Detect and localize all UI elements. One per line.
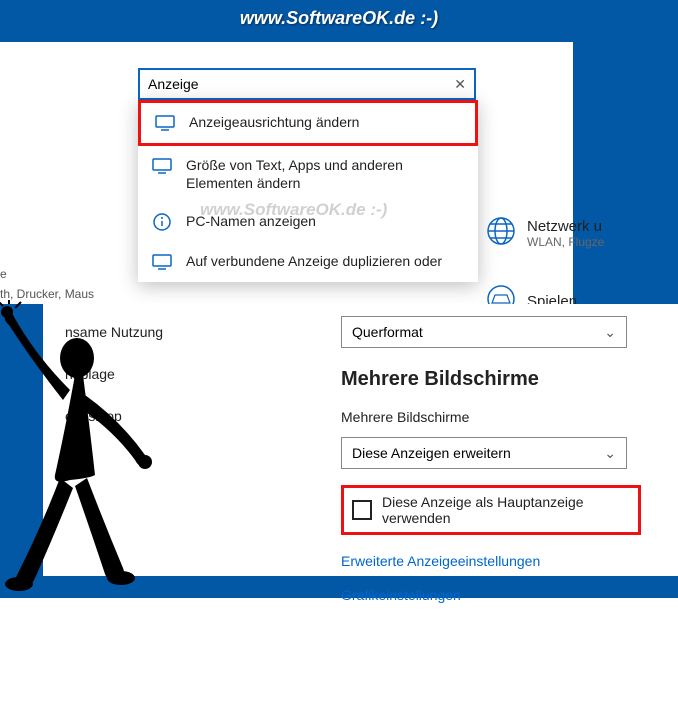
left-category-subtitle-partial: th, Drucker, Maus <box>0 287 94 301</box>
search-result-label: Größe von Text, Apps und anderen Element… <box>186 156 464 192</box>
search-result-label: Anzeigeausrichtung ändern <box>189 113 359 131</box>
orientation-select[interactable]: Querformat ⌄ <box>341 316 627 348</box>
left-category-title-partial: e <box>0 267 7 281</box>
category-subtitle: WLAN, Flugze <box>527 235 604 249</box>
graphics-settings-link[interactable]: Grafikeinstellungen <box>341 587 668 603</box>
category-title: Netzwerk u <box>527 218 604 235</box>
search-result-label: Auf verbundene Anzeige duplizieren oder <box>186 252 442 270</box>
search-result-label: PC-Namen anzeigen <box>186 212 316 230</box>
stickman-figure <box>0 300 175 600</box>
bg-right-bar <box>573 42 678 304</box>
clear-search-icon[interactable]: ✕ <box>454 76 466 93</box>
multiple-displays-label: Mehrere Bildschirme <box>341 409 668 425</box>
monitor-icon <box>152 156 172 176</box>
monitor-icon <box>155 113 175 133</box>
multiple-displays-select[interactable]: Diese Anzeigen erweitern ⌄ <box>341 437 627 469</box>
main-display-checkbox-row[interactable]: Diese Anzeige als Hauptanzeige verwenden <box>341 485 641 535</box>
orientation-value: Querformat <box>352 324 423 340</box>
search-result-scaling[interactable]: Größe von Text, Apps und anderen Element… <box>138 146 478 202</box>
search-input[interactable] <box>148 76 454 92</box>
search-result-pcname[interactable]: PC-Namen anzeigen <box>138 202 478 242</box>
chevron-down-icon: ⌄ <box>604 324 616 341</box>
category-network[interactable]: Netzwerk u WLAN, Flugze <box>485 215 604 252</box>
advanced-display-link[interactable]: Erweiterte Anzeigeeinstellungen <box>341 553 668 569</box>
search-results-dropdown: Anzeigeausrichtung ändern Größe von Text… <box>138 100 478 282</box>
search-result-duplicate[interactable]: Auf verbundene Anzeige duplizieren oder <box>138 242 478 282</box>
checkbox-icon[interactable] <box>352 500 372 520</box>
settings-search-box[interactable]: ✕ <box>138 68 476 100</box>
section-multiple-displays: Mehrere Bildschirme <box>341 368 668 391</box>
header-url: www.SoftwareOK.de :-) <box>240 8 438 29</box>
monitor-icon <box>152 252 172 272</box>
multiple-displays-value: Diese Anzeigen erweitern <box>352 445 511 461</box>
globe-icon <box>485 215 517 252</box>
info-icon <box>152 212 172 232</box>
main-display-label: Diese Anzeige als Hauptanzeige verwenden <box>382 494 630 526</box>
chevron-down-icon: ⌄ <box>604 445 616 462</box>
search-result-orientation[interactable]: Anzeigeausrichtung ändern <box>138 100 478 146</box>
